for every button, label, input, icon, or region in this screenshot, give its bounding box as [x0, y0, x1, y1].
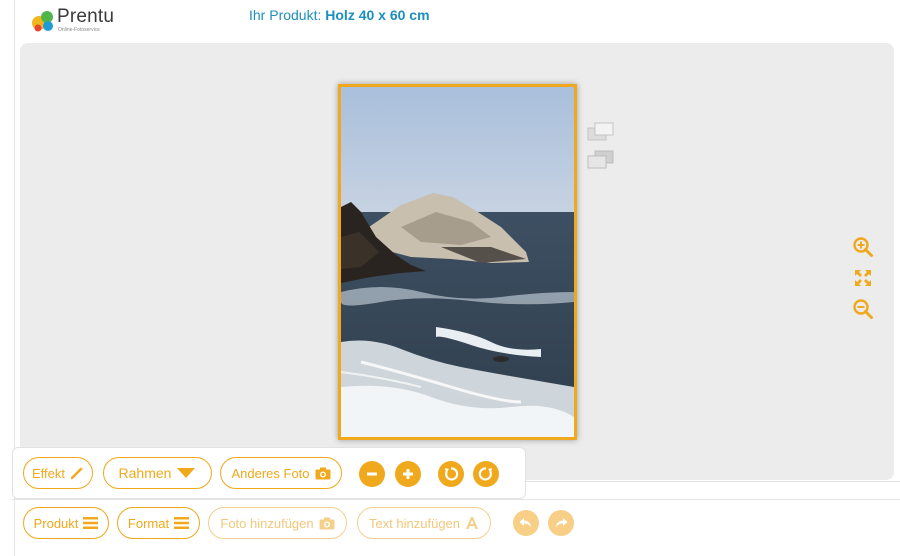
- rotate-right-icon: [478, 467, 492, 481]
- effekt-label: Effekt: [31, 465, 65, 481]
- coastal-photo: [341, 87, 574, 437]
- brand-name: Prentu: [57, 6, 115, 27]
- plus-icon: [403, 469, 413, 479]
- product-info: Ihr Produkt: Holz 40 x 60 cm: [249, 7, 430, 23]
- chevron-down-icon: [176, 467, 196, 479]
- rotate-left-button[interactable]: [438, 461, 464, 487]
- produkt-label: Produkt: [33, 515, 79, 531]
- menu-icon: [174, 517, 190, 529]
- effekt-button[interactable]: Effekt: [23, 457, 93, 489]
- menu-icon: [83, 517, 99, 529]
- anderes-foto-button[interactable]: Anderes Foto: [220, 457, 342, 489]
- logo-dots-icon: [32, 11, 53, 32]
- camera-icon: [319, 517, 335, 530]
- text-hinzufuegen-button[interactable]: Text hinzufügen: [357, 507, 491, 539]
- undo-icon: [519, 518, 531, 528]
- rahmen-label: Rahmen: [118, 465, 172, 481]
- brand-tagline: Online-Fotoservice: [58, 27, 100, 33]
- produkt-button[interactable]: Produkt: [23, 507, 109, 539]
- rotate-right-button[interactable]: [473, 461, 499, 487]
- format-label: Format: [127, 515, 170, 531]
- fit-to-screen-icon[interactable]: [852, 267, 874, 289]
- send-backward-icon[interactable]: [587, 150, 615, 170]
- prentu-logo[interactable]: Prentu Online-Fotoservice: [30, 6, 126, 36]
- zoom-in-icon[interactable]: [852, 236, 874, 258]
- product-label: Ihr Produkt:: [249, 7, 322, 23]
- anderes-foto-label: Anderes Foto: [231, 465, 310, 481]
- camera-icon: [315, 467, 331, 480]
- bring-forward-icon[interactable]: [587, 122, 615, 142]
- text-hinzufuegen-label: Text hinzufügen: [368, 515, 461, 531]
- redo-icon: [556, 518, 568, 528]
- product-value: Holz 40 x 60 cm: [325, 7, 430, 23]
- zoom-out-icon[interactable]: [852, 298, 874, 320]
- rotate-left-icon: [445, 467, 459, 481]
- enlarge-button[interactable]: [395, 461, 421, 487]
- redo-button[interactable]: [548, 510, 574, 536]
- rahmen-dropdown[interactable]: Rahmen: [103, 457, 212, 489]
- shrink-button[interactable]: [359, 461, 385, 487]
- foto-hinzufuegen-button[interactable]: Foto hinzufügen: [208, 507, 347, 539]
- text-icon: [465, 516, 479, 530]
- magic-wand-icon: [70, 466, 84, 480]
- foto-hinzufuegen-label: Foto hinzufügen: [220, 515, 314, 531]
- divider: [526, 481, 900, 482]
- photo-preview[interactable]: [338, 84, 577, 440]
- minus-icon: [367, 472, 377, 476]
- format-button[interactable]: Format: [117, 507, 200, 539]
- undo-button[interactable]: [513, 510, 539, 536]
- divider: [12, 499, 900, 500]
